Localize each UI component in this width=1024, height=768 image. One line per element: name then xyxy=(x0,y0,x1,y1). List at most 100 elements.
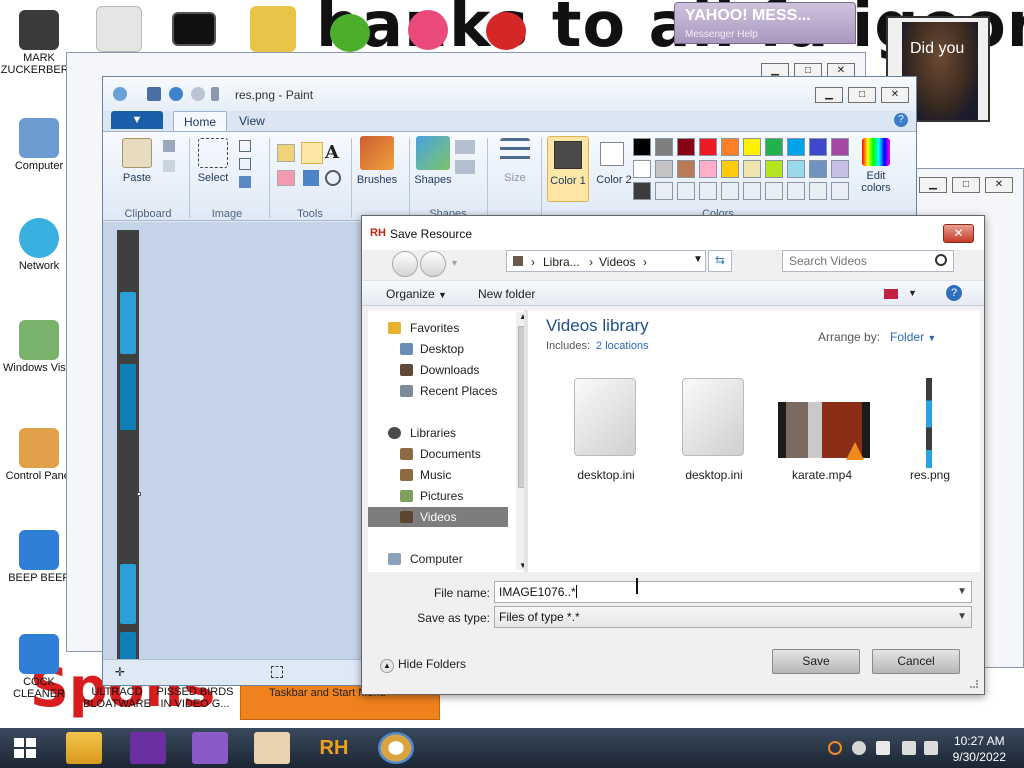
color-swatch[interactable] xyxy=(677,138,695,156)
nav-documents[interactable]: Documents xyxy=(368,444,508,464)
color-swatch[interactable] xyxy=(699,138,717,156)
yahoo-menu[interactable]: Messenger Help xyxy=(685,29,758,40)
chevron-down-icon[interactable]: ▼ xyxy=(957,582,967,602)
resource-hacker-taskbar-icon[interactable] xyxy=(254,732,290,764)
color-swatch[interactable] xyxy=(699,160,717,178)
undo-icon[interactable] xyxy=(169,87,183,101)
arrange-value[interactable]: Folder xyxy=(890,330,924,344)
text-icon[interactable]: A xyxy=(325,142,343,163)
search-input[interactable] xyxy=(789,254,919,268)
pencil-icon[interactable] xyxy=(277,144,295,162)
color-swatch[interactable] xyxy=(831,160,849,178)
color-swatch[interactable] xyxy=(743,160,761,178)
save-type-select[interactable]: Files of type *.* ▼ xyxy=(494,606,972,628)
refresh-button[interactable]: ⇆ xyxy=(708,250,732,272)
new-folder-button[interactable]: New folder xyxy=(478,287,535,301)
custom-color-slot[interactable] xyxy=(721,182,739,200)
color-swatch[interactable] xyxy=(655,138,673,156)
custom-color-slot[interactable] xyxy=(699,182,717,200)
color-swatch[interactable] xyxy=(721,160,739,178)
nav-pictures[interactable]: Pictures xyxy=(368,486,508,506)
save-button[interactable]: Save xyxy=(772,649,860,674)
color-swatch[interactable] xyxy=(765,138,783,156)
paint-app-icon[interactable] xyxy=(408,10,448,50)
custom-color-slot[interactable] xyxy=(743,182,761,200)
color2-button[interactable]: Color 2 xyxy=(593,136,635,202)
flag-icon[interactable] xyxy=(876,741,890,755)
file-list-pane[interactable]: Videos library Includes: 2 locations Arra… xyxy=(528,310,980,572)
minus-circle-icon[interactable] xyxy=(852,741,866,755)
start-button[interactable] xyxy=(14,738,36,758)
save-icon[interactable] xyxy=(147,87,161,101)
select-button[interactable]: Select xyxy=(195,138,231,184)
eraser-icon[interactable] xyxy=(277,170,295,186)
fill-shape-icon[interactable] xyxy=(455,160,475,174)
clock[interactable]: 10:27 AM 9/30/2022 xyxy=(953,733,1006,765)
nav-downloads[interactable]: Downloads xyxy=(368,360,508,380)
address-dropdown-icon[interactable]: ▼ xyxy=(693,254,703,265)
file-item[interactable]: desktop.ini xyxy=(664,378,764,488)
color-swatch[interactable] xyxy=(809,138,827,156)
bg2-minimize-button[interactable]: ▁ xyxy=(919,177,947,193)
shapes-button[interactable]: Shapes xyxy=(411,136,455,186)
volume-icon[interactable] xyxy=(924,741,938,755)
cmd-icon[interactable] xyxy=(172,12,216,46)
canvas-resize-handle[interactable] xyxy=(137,492,141,496)
paste-button[interactable]: Paste xyxy=(119,138,155,184)
chevron-down-icon[interactable]: ▼ xyxy=(927,333,936,343)
custom-color-slot[interactable] xyxy=(655,182,673,200)
magnifier-icon[interactable] xyxy=(325,170,341,186)
file-item[interactable]: res.png xyxy=(880,378,980,488)
brushes-button[interactable]: Brushes xyxy=(355,136,399,186)
desktop-icon-birds[interactable]: PISSED BIRDS IN VIDEO G... xyxy=(156,686,234,710)
paint-menu-button[interactable]: ▼ xyxy=(111,111,163,129)
resize-icon[interactable] xyxy=(239,158,251,170)
color-swatch[interactable] xyxy=(743,138,761,156)
desktop-icon-ultracd[interactable]: ULTRACD BLOATWARE xyxy=(78,686,156,710)
custom-color-slot[interactable] xyxy=(633,182,651,200)
outline-icon[interactable] xyxy=(455,140,475,154)
color1-button[interactable]: Color 1 xyxy=(547,136,589,202)
address-bar[interactable]: › Libra... › Videos › ▼ xyxy=(506,250,706,272)
paint-maximize-button[interactable]: □ xyxy=(848,87,876,103)
recent-pages-dropdown-icon[interactable]: ▼ xyxy=(450,258,459,268)
yahoo-taskbar-icon[interactable] xyxy=(130,732,166,764)
custom-color-slot[interactable] xyxy=(809,182,827,200)
back-button[interactable] xyxy=(392,251,418,277)
search-box[interactable] xyxy=(782,250,954,272)
tab-home[interactable]: Home xyxy=(173,111,228,131)
color-swatch[interactable] xyxy=(633,138,651,156)
dev-cpp-icon[interactable] xyxy=(486,12,526,50)
nav-favorites[interactable]: Favorites xyxy=(368,318,508,338)
network-status-icon[interactable] xyxy=(902,741,916,755)
rh-taskbar-icon[interactable]: RH xyxy=(316,732,352,764)
nav-desktop[interactable]: Desktop xyxy=(368,339,508,359)
bg2-maximize-button[interactable]: □ xyxy=(952,177,980,193)
nav-computer[interactable]: Computer xyxy=(368,549,508,569)
forward-button[interactable] xyxy=(420,251,446,277)
help-icon[interactable]: ? xyxy=(946,285,962,301)
crop-icon[interactable] xyxy=(239,140,251,152)
rotate-icon[interactable] xyxy=(239,176,251,188)
organize-button[interactable]: Organize ▼ xyxy=(386,287,447,301)
image-canvas[interactable] xyxy=(117,230,139,662)
color-swatch[interactable] xyxy=(677,160,695,178)
file-explorer-taskbar-icon[interactable] xyxy=(66,732,102,764)
color-swatch[interactable] xyxy=(809,160,827,178)
dialog-close-button[interactable]: ✕ xyxy=(943,224,974,243)
dialog-titlebar[interactable]: RH Save Resource ✕ xyxy=(362,216,984,250)
app-icon-top-1[interactable] xyxy=(96,6,142,52)
color-swatch[interactable] xyxy=(787,138,805,156)
locations-link[interactable]: 2 locations xyxy=(596,340,649,352)
color-picker-icon[interactable] xyxy=(303,170,319,186)
paint-minimize-button[interactable]: ▁ xyxy=(815,87,843,103)
resize-grip[interactable] xyxy=(970,680,978,688)
nav-videos[interactable]: Videos xyxy=(368,507,508,527)
bg2-close-button[interactable]: ✕ xyxy=(985,177,1013,193)
file-item[interactable]: karate.mp4 xyxy=(772,378,872,488)
hide-folders-button[interactable]: ▲ Hide Folders xyxy=(380,657,466,673)
color-swatch[interactable] xyxy=(633,160,651,178)
fill-icon[interactable] xyxy=(301,142,323,164)
view-dropdown-icon[interactable]: ▼ xyxy=(908,288,917,298)
color-swatch[interactable] xyxy=(787,160,805,178)
